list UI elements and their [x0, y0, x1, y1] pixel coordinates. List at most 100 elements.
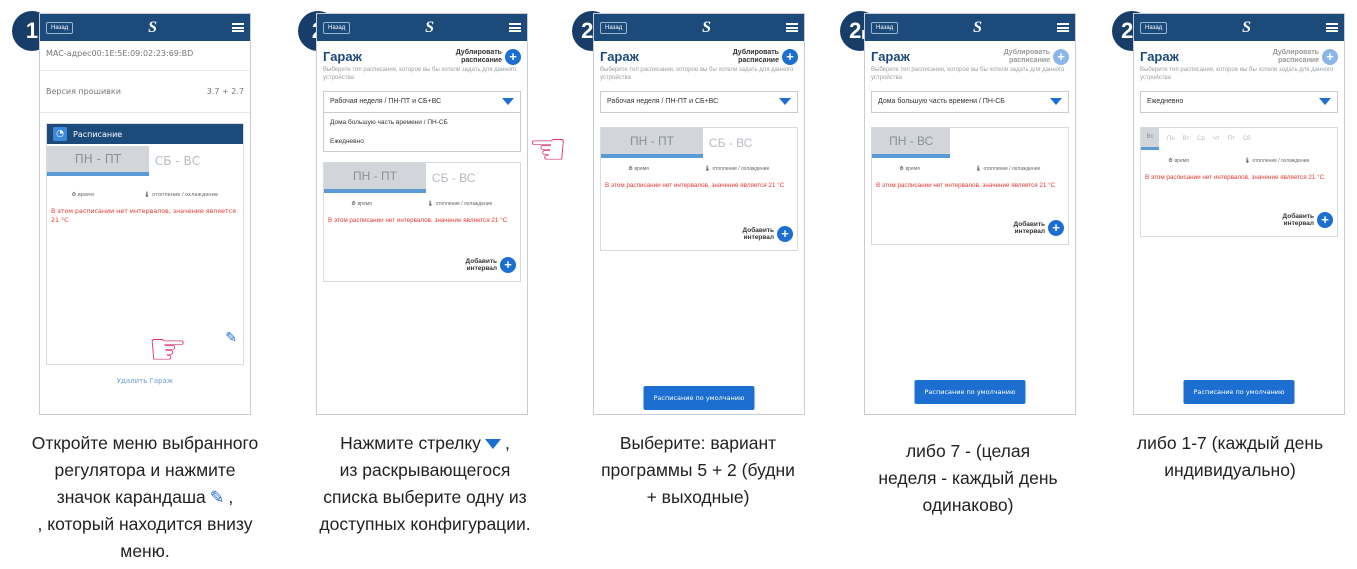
- no-intervals-warning: В этом расписании нет интервалов, значен…: [1145, 173, 1325, 181]
- back-button[interactable]: Назад: [600, 21, 628, 34]
- add-interval-button[interactable]: Добавить интервал +: [872, 220, 1068, 237]
- dropdown-arrow-icon[interactable]: [779, 98, 791, 106]
- app-logo: S: [973, 18, 983, 36]
- hamburger-menu-icon[interactable]: [1056, 23, 1069, 32]
- dropdown-arrow-icon[interactable]: [502, 98, 514, 106]
- plus-icon: +: [1053, 49, 1069, 66]
- app-topbar: Назад S: [317, 14, 527, 41]
- phone-screen-2c: Назад S Гараж Дублировать расписание + В…: [1133, 13, 1345, 415]
- schedule-type-hint: Выберите тип расписания, которое вы бы х…: [323, 67, 517, 81]
- schedule-type-select[interactable]: Дома большую часть времени / ПН-СБ: [871, 90, 1069, 113]
- heating-column: 🌡 отопление / охлаждение: [704, 165, 770, 172]
- app-logo: S: [1242, 18, 1252, 36]
- tab-day-fri[interactable]: Пт: [1228, 136, 1235, 142]
- plus-icon: +: [1048, 220, 1064, 237]
- thermometer-icon: 🌡: [1244, 157, 1251, 164]
- duplicate-schedule-button[interactable]: Дублировать расписание +: [432, 49, 521, 66]
- firmware-row: Версия прошивки 3.7 + 2.7: [40, 71, 250, 113]
- tab-weekend[interactable]: СБ - ВС: [149, 146, 243, 176]
- pointing-hand-icon: ☞: [528, 124, 568, 175]
- phone-screen-2: Назад S Гараж Дублировать расписание + В…: [316, 13, 528, 415]
- plus-icon: +: [505, 49, 521, 66]
- tab-day-tue[interactable]: Вт: [1183, 136, 1190, 142]
- add-interval-button[interactable]: Добавить интервал +: [1141, 212, 1337, 229]
- plus-icon: +: [1322, 49, 1338, 66]
- schedule-card: Вс Пн Вт Ср Чт Пт Сб ⏱ время 🌡 отопление /…: [1140, 126, 1338, 238]
- schedule-type-select[interactable]: Рабочая неделя / ПН-ПТ и СБ+ВС: [600, 90, 798, 113]
- down-arrow-icon: [484, 439, 501, 450]
- default-schedule-button[interactable]: Расписание по умолчанию: [1183, 380, 1295, 404]
- tab-day-sun[interactable]: Вс: [1141, 127, 1159, 150]
- option-daily[interactable]: Ежедневно: [324, 132, 520, 151]
- hamburger-menu-icon[interactable]: [785, 23, 798, 32]
- tab-weekend[interactable]: СБ - ВС: [426, 163, 520, 193]
- app-topbar: Назад S: [594, 14, 804, 41]
- back-button[interactable]: Назад: [46, 21, 74, 34]
- thermometer-icon: 🌡: [427, 200, 434, 207]
- device-title: Гараж: [871, 49, 910, 64]
- tab-day-thu[interactable]: Чт: [1213, 136, 1220, 142]
- phone-screen-1: Назад S MAC-адрес00:1E:5E:09:02:23:69:BD…: [39, 13, 251, 415]
- time-column: ⏱ время: [628, 165, 649, 172]
- pointing-hand-icon: ☞: [148, 324, 188, 375]
- schedule-type-hint: Выберите тип расписания, которое вы бы х…: [871, 67, 1065, 81]
- phone-screen-2b: Назад S Гараж Дублировать расписание + В…: [864, 13, 1076, 415]
- no-intervals-warning: В этом расписании нет интервалов, значен…: [605, 181, 785, 189]
- schedule-card: ПН - ВС ⏱ время 🌡 отопление / охлаждение В…: [871, 126, 1069, 246]
- duplicate-schedule-button[interactable]: Дублировать расписание +: [980, 49, 1069, 66]
- stopwatch-icon: ⏱: [71, 192, 76, 198]
- caption-step-2a: Выберите: вариант программы 5 + 2 (будни…: [601, 433, 795, 507]
- caption-step-2: Нажмите стрелку, из раскрывающегося спис…: [319, 433, 531, 534]
- app-topbar: Назад S: [40, 14, 250, 41]
- thermometer-icon: 🌡: [143, 192, 151, 198]
- schedule-header: ◔ Расписание: [47, 124, 243, 144]
- phone-screen-2a: Назад S Гараж Дублировать расписание + В…: [593, 13, 805, 415]
- plus-icon: +: [777, 226, 793, 243]
- device-title: Гараж: [600, 49, 639, 64]
- time-column: ⏱ время: [71, 192, 94, 198]
- heating-column: 🌡 отопление / охлаждение: [1244, 157, 1310, 164]
- no-intervals-warning: В этом расписании нет интервалов, значен…: [876, 181, 1056, 189]
- back-button[interactable]: Назад: [323, 21, 351, 34]
- app-topbar: Назад S: [865, 14, 1075, 41]
- dropdown-arrow-icon[interactable]: [1050, 98, 1062, 106]
- tab-weekend[interactable]: СБ - ВС: [703, 128, 797, 158]
- option-home-mostly[interactable]: Дома большую часть времени / ПН-СБ: [324, 113, 520, 132]
- caption-step-2b: либо 7 - (целая неделя - каждый день оди…: [878, 441, 1058, 515]
- hamburger-menu-icon[interactable]: [508, 23, 521, 32]
- time-column: ⏱ время: [1168, 157, 1189, 164]
- app-logo: S: [148, 18, 158, 36]
- tab-day-wed[interactable]: Ср: [1197, 136, 1205, 142]
- heating-column: 🌡 отопление / охлаждение: [427, 200, 493, 207]
- app-logo: S: [425, 18, 435, 36]
- add-interval-button[interactable]: Добавить интервал +: [324, 257, 520, 274]
- tab-weekdays[interactable]: ПН - ПТ: [324, 162, 426, 193]
- dropdown-arrow-icon[interactable]: [1319, 98, 1331, 106]
- pencil-edit-icon[interactable]: ✎: [225, 330, 237, 346]
- back-button[interactable]: Назад: [1140, 21, 1168, 34]
- default-schedule-button[interactable]: Расписание по умолчанию: [914, 380, 1026, 404]
- stopwatch-icon: ⏱: [628, 165, 633, 172]
- tab-weekdays[interactable]: ПН - ПТ: [47, 146, 149, 176]
- schedule-type-select[interactable]: Рабочая неделя / ПН-ПТ и СБ+ВС: [323, 90, 521, 113]
- hamburger-menu-icon[interactable]: [231, 23, 244, 32]
- firmware-value: 3.7 + 2.7: [206, 87, 244, 96]
- stopwatch-icon: ⏱: [351, 200, 356, 207]
- schedule-type-select[interactable]: Ежедневно: [1140, 90, 1338, 113]
- duplicate-schedule-button[interactable]: Дублировать расписание +: [709, 49, 798, 66]
- tab-day-sat[interactable]: Сб: [1243, 136, 1251, 142]
- tab-all-week[interactable]: ПН - ВС: [872, 127, 951, 158]
- thermometer-icon: 🌡: [704, 165, 711, 172]
- default-schedule-button[interactable]: Расписание по умолчанию: [643, 386, 755, 410]
- tab-weekdays[interactable]: ПН - ПТ: [601, 127, 703, 158]
- tab-day-mon[interactable]: Пн: [1167, 136, 1175, 142]
- device-title: Гараж: [323, 49, 362, 64]
- duplicate-schedule-button[interactable]: Дублировать расписание +: [1249, 49, 1338, 66]
- hamburger-menu-icon[interactable]: [1325, 23, 1338, 32]
- schedule-type-options: Дома большую часть времени / ПН-СБ Ежедн…: [323, 112, 521, 152]
- delete-device-link[interactable]: Удалить Гараж: [40, 377, 250, 385]
- add-interval-button[interactable]: Добавить интервал +: [601, 226, 797, 243]
- plus-icon: +: [1317, 212, 1333, 229]
- caption-step-2c: либо 1-7 (каждый день индивидуально): [1136, 433, 1324, 480]
- back-button[interactable]: Назад: [871, 21, 899, 34]
